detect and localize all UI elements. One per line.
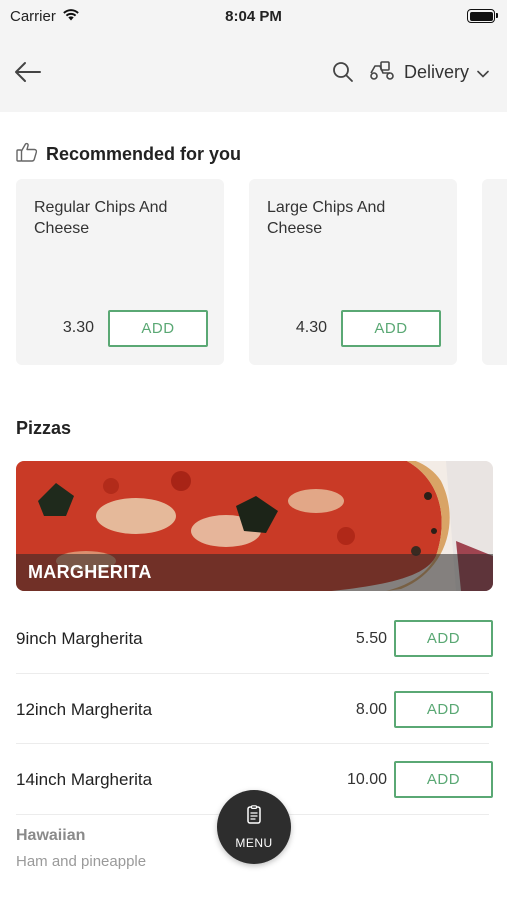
carrier-label: Carrier [10, 7, 56, 25]
back-arrow-icon[interactable] [14, 61, 42, 83]
search-icon[interactable] [332, 61, 354, 83]
status-bar: Carrier 8:04 PM [0, 0, 507, 32]
category-banner[interactable]: MARGHERITA [16, 461, 493, 591]
section-title-pizzas: Pizzas [16, 418, 72, 438]
wifi-icon [62, 8, 80, 25]
banner-label: MARGHERITA [16, 554, 493, 591]
scooter-icon [368, 59, 396, 86]
recommended-item-price: 3.30 [62, 319, 94, 336]
add-button[interactable]: ADD [394, 761, 493, 798]
menu-item-price: 5.50 [355, 629, 387, 647]
recommended-carousel[interactable]: Regular Chips And Cheese 3.30 ADD Large … [16, 179, 507, 365]
recommended-card-partial[interactable] [482, 179, 507, 365]
menu-button-label: MENU [235, 835, 273, 850]
header-actions: Delivery [332, 59, 489, 86]
recommended-item-name: Regular Chips And Cheese [34, 199, 168, 237]
add-button[interactable]: ADD [394, 691, 493, 728]
recommended-title: Recommended for you [46, 144, 242, 164]
menu-item-name: 14inch Margherita [16, 769, 153, 789]
menu-item-name: 9inch Margherita [16, 628, 143, 648]
menu-item-name: 12inch Margherita [16, 699, 153, 719]
delivery-label: Delivery [403, 61, 469, 82]
add-button[interactable]: ADD [341, 310, 441, 347]
menu-item-price: 10.00 [346, 770, 387, 788]
menu-item-price: 8.00 [355, 700, 387, 718]
menu-list-icon [246, 804, 262, 830]
recommended-card[interactable]: Large Chips And Cheese 4.30 ADD [249, 179, 457, 365]
menu-item-row[interactable]: 9inch Margherita 5.50 ADD [16, 603, 493, 674]
recommended-card[interactable]: Regular Chips And Cheese 3.30 ADD [16, 179, 224, 365]
menu-item-row[interactable]: 12inch Margherita 8.00 ADD [16, 674, 493, 745]
battery-icon [467, 9, 498, 23]
menu-group-hawaiian[interactable]: Hawaiian Ham and pineapple [16, 827, 146, 870]
top-header: Delivery [0, 32, 507, 112]
recommended-item-name: Large Chips And Cheese [267, 199, 386, 237]
menu-group-description: Ham and pineapple [16, 853, 147, 870]
recommended-heading: Recommended for you [16, 142, 241, 167]
status-left: Carrier [10, 8, 80, 25]
chevron-down-icon [477, 62, 489, 83]
recommended-item-price: 4.30 [295, 319, 327, 336]
menu-group-name: Hawaiian [16, 827, 86, 844]
delivery-mode-selector[interactable]: Delivery [368, 59, 489, 86]
add-button[interactable]: ADD [108, 310, 208, 347]
add-button[interactable]: ADD [394, 620, 493, 657]
menu-button[interactable]: MENU [217, 790, 291, 864]
thumbs-up-icon [16, 142, 38, 167]
